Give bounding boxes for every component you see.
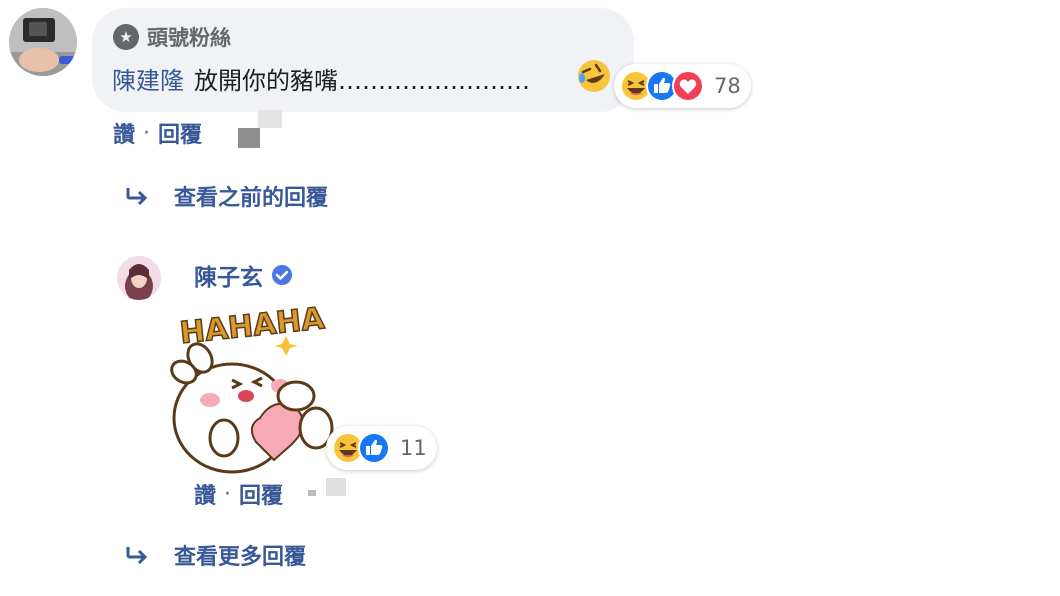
commenter-avatar[interactable] <box>9 8 77 76</box>
censored-timestamp-2 <box>326 478 346 496</box>
top-fan-label: 頭號粉絲 <box>147 26 231 50</box>
comment-thread: ★ 頭號粉絲 陳建隆 放開你的豬嘴…………………… 78 讚 · 回覆 查看之前… <box>0 0 1060 596</box>
top-fan-badge: ★ 頭號粉絲 <box>113 22 231 52</box>
verified-badge-icon <box>272 265 292 285</box>
reply-author-name[interactable]: 陳子玄 <box>194 258 263 292</box>
like-link[interactable]: 讚 <box>113 117 135 149</box>
reply-link[interactable]: 回覆 <box>158 117 202 149</box>
reaction-count: 11 <box>400 436 427 460</box>
censored-timestamp <box>238 128 260 148</box>
rofl-emoji-icon <box>578 60 610 92</box>
like-icon <box>358 432 390 464</box>
comment-text: 放開你的豬嘴…………………… <box>194 66 530 95</box>
separator-dot: · <box>224 481 232 507</box>
love-icon <box>672 70 704 102</box>
reply-reactions[interactable]: 11 <box>326 426 437 470</box>
mention-link[interactable]: 陳建隆 <box>112 61 184 96</box>
comment-reactions[interactable]: 78 <box>614 64 751 108</box>
reply-arrow-icon <box>126 547 148 565</box>
star-icon: ★ <box>113 24 139 50</box>
reply-link[interactable]: 回覆 <box>239 478 283 510</box>
censored-timestamp-2 <box>258 110 282 128</box>
view-more-replies-label: 查看更多回覆 <box>174 545 307 570</box>
reaction-count: 78 <box>714 74 741 98</box>
censored-timestamp <box>308 490 316 496</box>
view-previous-replies-link[interactable]: 查看之前的回覆 <box>124 180 328 212</box>
separator-dot: · <box>143 120 151 146</box>
view-previous-replies-label: 查看之前的回覆 <box>174 186 329 211</box>
view-more-replies-link[interactable]: 查看更多回覆 <box>124 539 306 571</box>
reply-actions: 讚 · 回覆 <box>194 478 283 510</box>
reply-author-avatar[interactable] <box>117 256 161 300</box>
haha-sticker[interactable]: HAHAHA <box>170 300 350 478</box>
comment-actions: 讚 · 回覆 <box>113 117 202 149</box>
comment-body: 陳建隆 放開你的豬嘴…………………… <box>112 58 530 98</box>
reply-author: 陳子玄 <box>194 258 293 292</box>
like-link[interactable]: 讚 <box>194 478 216 510</box>
reply-arrow-icon <box>126 188 148 206</box>
